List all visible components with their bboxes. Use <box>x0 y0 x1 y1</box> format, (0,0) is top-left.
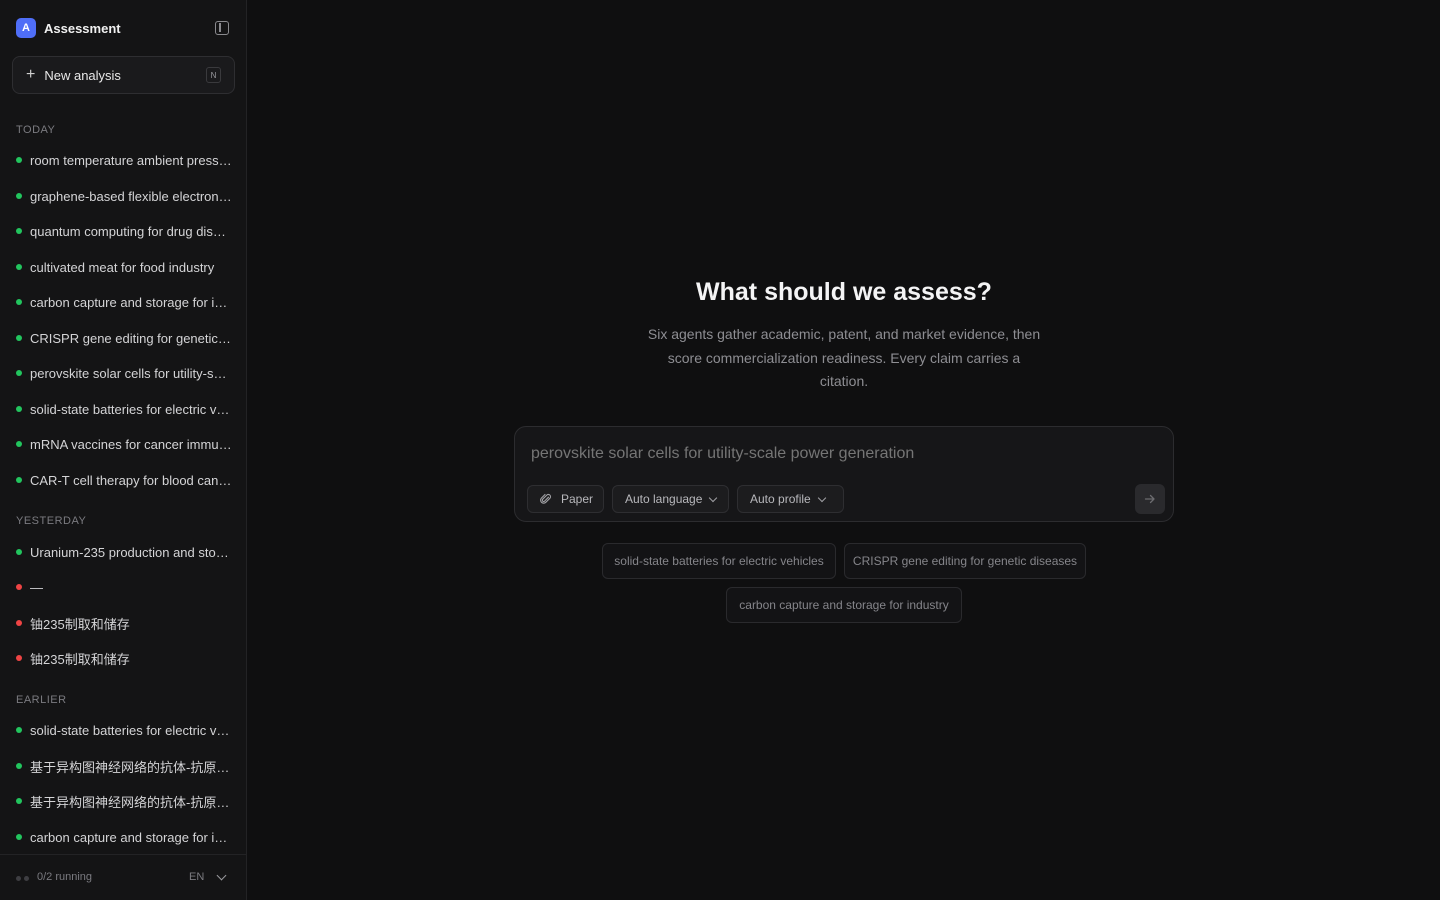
history-item[interactable]: room temperature ambient pressure superc… <box>16 150 232 170</box>
history-item-title: graphene-based flexible electronics <box>30 188 232 204</box>
history-item-title: mRNA vaccines for cancer immunotherapy <box>30 436 232 452</box>
history-item[interactable]: graphene-based flexible electronics <box>16 186 232 206</box>
history-item[interactable]: CAR-T cell therapy for blood cancers <box>16 470 232 490</box>
shortcut-badge: N <box>206 67 221 83</box>
chevron-down-icon <box>709 493 718 502</box>
history-item[interactable]: cultivated meat for food industry <box>16 257 232 277</box>
history-item-title: carbon capture and storage for industry <box>30 829 232 845</box>
status-dot <box>16 335 22 341</box>
new-analysis-button[interactable]: + New analysis N <box>12 56 235 94</box>
history-item[interactable]: carbon capture and storage for industry <box>16 827 232 847</box>
suggestion-chip[interactable]: carbon capture and storage for industry <box>726 587 962 623</box>
status-dot <box>16 406 22 412</box>
status-dot <box>16 299 22 305</box>
history-item[interactable]: perovskite solar cells for utility-scale… <box>16 363 232 383</box>
status-dot <box>16 477 22 483</box>
running-indicator-icon <box>16 876 29 881</box>
status-dot <box>16 264 22 270</box>
history-item-title: CRISPR gene editing for genetic diseases <box>30 330 232 346</box>
topic-input[interactable] <box>531 445 1131 463</box>
history-item-title: cultivated meat for food industry <box>30 259 215 275</box>
status-dot <box>16 549 22 555</box>
brand: A Assessment <box>16 18 121 38</box>
status-dot <box>16 620 22 626</box>
history-item-title: solid-state batteries for electric vehic… <box>30 401 232 417</box>
history-item-title: carbon capture and storage for industry <box>30 294 232 310</box>
sidebar-footer: 0/2 running EN <box>0 854 247 900</box>
running-status: 0/2 running <box>37 871 93 883</box>
paperclip-icon <box>540 493 552 505</box>
history-item[interactable]: solid-state batteries for electric vehic… <box>16 720 232 740</box>
status-dot <box>16 370 22 376</box>
status-dot <box>16 727 22 733</box>
history-item-title: room temperature ambient pressure superc… <box>30 152 232 168</box>
history-item-title: 铀235制取和储存 <box>30 616 130 632</box>
history-item-title: quantum computing for drug discovery <box>30 223 232 239</box>
status-dot <box>16 441 22 447</box>
paper-label: Paper <box>561 492 594 506</box>
language-dropdown-label: Auto language <box>625 492 703 506</box>
history-item[interactable]: mRNA vaccines for cancer immunotherapy <box>16 434 232 454</box>
paper-button[interactable]: Paper <box>527 485 604 513</box>
history-item[interactable]: 基于异构图神经网络的抗体-抗原结合预测 <box>16 791 232 811</box>
plus-icon: + <box>26 66 36 83</box>
history-item-title: 基于异构图神经网络的抗体-抗原结合预测 <box>30 759 232 775</box>
history-item-title: CAR-T cell therapy for blood cancers <box>30 472 232 488</box>
history-item[interactable]: carbon capture and storage for industry <box>16 292 232 312</box>
arrow-right-icon <box>1144 494 1155 504</box>
history-item-title: solid-state batteries for electric vehic… <box>30 722 232 738</box>
history-item[interactable]: — <box>16 577 232 597</box>
status-dot <box>16 584 22 590</box>
history-item-title: 铀235制取和储存 <box>30 651 130 667</box>
history-item-title: Uranium-235 production and storage <box>30 544 232 560</box>
status-dot <box>16 798 22 804</box>
history-item[interactable]: 铀235制取和储存 <box>16 648 232 668</box>
language-selector[interactable]: EN <box>189 871 204 883</box>
suggestion-chip[interactable]: solid-state batteries for electric vehic… <box>602 543 836 579</box>
status-dot <box>16 834 22 840</box>
page-subtitle: Six agents gather academic, patent, and … <box>647 326 1041 389</box>
chevron-down-icon <box>817 493 826 502</box>
new-analysis-label: New analysis <box>44 67 121 83</box>
suggestion-chip[interactable]: CRISPR gene editing for genetic diseases <box>844 543 1086 579</box>
status-dot <box>16 763 22 769</box>
section-label-today: TODAY <box>16 124 56 136</box>
history-item-title: perovskite solar cells for utility-scale… <box>30 365 232 381</box>
chevron-down-icon[interactable] <box>216 870 227 881</box>
status-dot <box>16 193 22 199</box>
language-dropdown[interactable]: Auto language <box>612 485 729 513</box>
app-name: Assessment <box>44 20 121 36</box>
composer: Paper Auto language Auto profile <box>514 426 1174 522</box>
status-dot <box>16 157 22 163</box>
sidebar-toggle-icon[interactable] <box>215 21 229 35</box>
main-content: What should we assess? Six agents gather… <box>248 0 1440 900</box>
section-label-yesterday: YESTERDAY <box>16 515 87 527</box>
profile-dropdown-label: Auto profile <box>750 492 811 506</box>
profile-dropdown[interactable]: Auto profile <box>737 485 844 513</box>
history-item[interactable]: CRISPR gene editing for genetic diseases <box>16 328 232 348</box>
history-item[interactable]: quantum computing for drug discovery <box>16 221 232 241</box>
page-title: What should we assess? <box>696 278 992 306</box>
history-item[interactable]: solid-state batteries for electric vehic… <box>16 399 232 419</box>
history-item[interactable]: Uranium-235 production and storage <box>16 542 232 562</box>
history-item-title: — <box>30 579 43 595</box>
history-item[interactable]: 铀235制取和储存 <box>16 613 232 633</box>
app-logo: A <box>16 18 36 38</box>
status-dot <box>16 655 22 661</box>
status-dot <box>16 228 22 234</box>
history-item[interactable]: 基于异构图神经网络的抗体-抗原结合预测 <box>16 756 232 776</box>
history-item-title: 基于异构图神经网络的抗体-抗原结合预测 <box>30 794 232 810</box>
section-label-earlier: EARLIER <box>16 694 67 706</box>
sidebar: A Assessment + New analysis N TODAY room… <box>0 0 247 900</box>
send-button[interactable] <box>1135 484 1165 514</box>
